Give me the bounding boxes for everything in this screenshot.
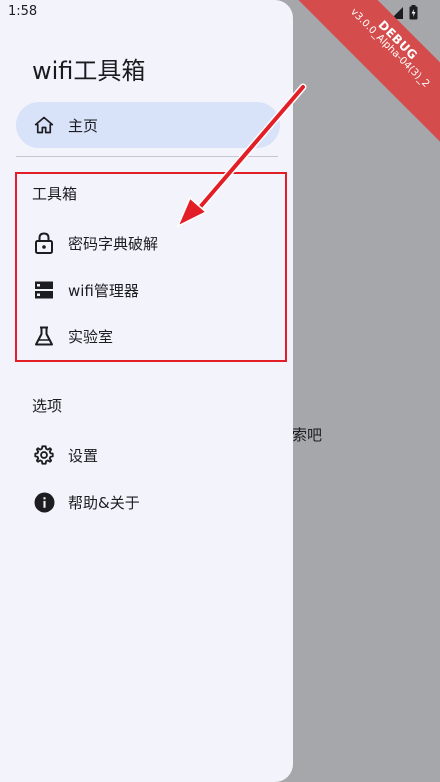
section-title-options: 选项 (32, 397, 63, 415)
battery-icon (409, 5, 418, 20)
nav-item-settings[interactable]: 设置 (16, 432, 280, 478)
status-time: 1:58 (8, 4, 38, 19)
annotation-highlight-box (15, 172, 287, 362)
nav-item-home[interactable]: 主页 (16, 102, 280, 148)
drawer-title: wifi工具箱 (32, 57, 146, 85)
nav-item-help-about[interactable]: 帮助&关于 (16, 479, 280, 525)
app-screen: 索吧 DEBUG v3.0.0_Alpha-04(3)_2 1:58 wifi工… (0, 0, 440, 782)
gear-icon (32, 443, 56, 467)
nav-item-label: 主页 (68, 116, 99, 135)
background-content-text: 索吧 (292, 426, 323, 444)
nav-item-label: 设置 (68, 446, 99, 465)
drawer-divider (16, 156, 278, 157)
info-icon (32, 490, 56, 514)
nav-item-label: 帮助&关于 (68, 493, 140, 512)
debug-banner: DEBUG v3.0.0_Alpha-04(3)_2 (290, 0, 440, 148)
debug-label: DEBUG (375, 17, 421, 63)
home-icon (32, 113, 56, 137)
navigation-drawer: 1:58 wifi工具箱 主页 工具箱 密码字典破解 wifi管理器 实验室 选… (0, 0, 293, 782)
